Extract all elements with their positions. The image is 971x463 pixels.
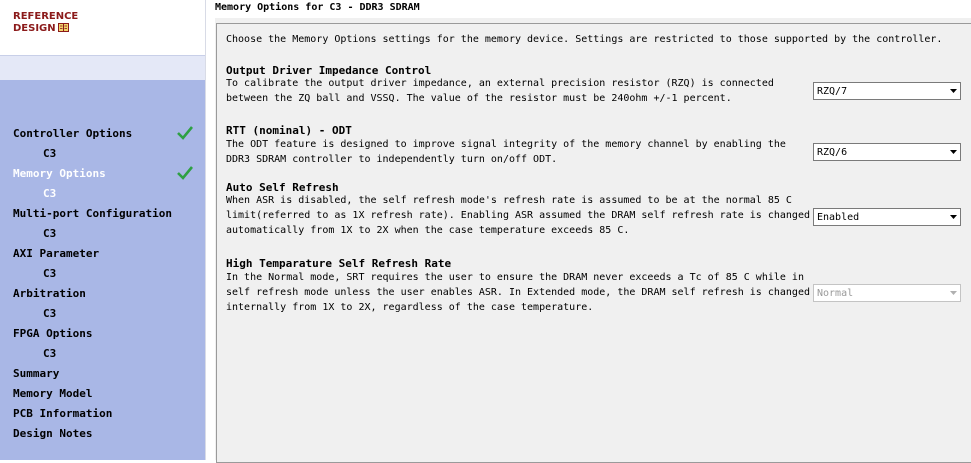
nav-axi-c3[interactable]: C3	[0, 264, 205, 284]
rtt-select[interactable]: RZQ/6	[813, 143, 961, 161]
checkmark-icon	[177, 126, 193, 140]
asr-desc-1: When ASR is disabled, the self refresh m…	[226, 195, 792, 206]
asr-desc-3: automatically from 1X to 2X when the cas…	[226, 225, 630, 236]
nav-multi-port-c3[interactable]: C3	[0, 224, 205, 244]
nav-axi-parameter[interactable]: AXI Parameter	[0, 244, 205, 264]
nav-controller-options[interactable]: Controller Options	[0, 124, 205, 144]
odi-desc-1: To calibrate the output driver impedance…	[226, 78, 774, 89]
nav-design-notes[interactable]: Design Notes	[0, 424, 205, 444]
checkmark-icon	[177, 166, 193, 180]
nav-multi-port-configuration[interactable]: Multi-port Configuration	[0, 204, 205, 224]
rtt-desc-1: The ODT feature is designed to improve s…	[226, 139, 786, 150]
asr-select[interactable]: Enabled	[813, 208, 961, 226]
odi-desc-2: between the ZQ ball and VSSQ. The value …	[226, 93, 732, 104]
chevron-down-icon	[950, 89, 957, 93]
main-area: Memory Options for C3 - DDR3 SDRAM Choos…	[215, 0, 971, 463]
srt-select-value: Normal	[817, 288, 854, 299]
chevron-down-icon	[950, 150, 957, 154]
nav-arbitration[interactable]: Arbitration	[0, 284, 205, 304]
title-bar: Memory Options for C3 - DDR3 SDRAM	[215, 0, 971, 18]
nav-summary[interactable]: Summary	[0, 364, 205, 384]
rtt-desc-2: DDR3 SDRAM controller to independently t…	[226, 154, 558, 165]
nav-arbitration-c3[interactable]: C3	[0, 304, 205, 324]
logo-line-1: REFERENCE	[13, 11, 79, 22]
book-icon	[57, 23, 69, 32]
asr-select-value: Enabled	[817, 212, 860, 223]
nav-memory-model[interactable]: Memory Model	[0, 384, 205, 404]
nav-memory-options[interactable]: Memory Options	[0, 164, 205, 184]
rtt-title: RTT (nominal) - ODT	[226, 124, 352, 137]
panel-divider	[205, 0, 215, 460]
sidebar-band	[0, 56, 205, 80]
logo-area: REFERENCE DESIGN	[0, 0, 205, 56]
nav-pcb-information[interactable]: PCB Information	[0, 404, 205, 424]
srt-title: High Temparature Self Refresh Rate	[226, 257, 452, 270]
reference-design-logo: REFERENCE DESIGN	[13, 11, 78, 35]
chevron-down-icon	[950, 215, 957, 219]
chevron-down-icon	[950, 291, 957, 295]
srt-desc-3: internally from 1X to 2X, regardless of …	[226, 302, 594, 313]
rtt-select-value: RZQ/6	[817, 147, 848, 158]
asr-desc-2: limit(referred to as 1X refresh rate). E…	[226, 210, 810, 221]
odi-select-value: RZQ/7	[817, 86, 848, 97]
nav-fpga-options[interactable]: FPGA Options	[0, 324, 205, 344]
sidebar: REFERENCE DESIGN Controller Options C3 M…	[0, 0, 205, 460]
srt-select[interactable]: Normal	[813, 284, 961, 302]
options-panel: Choose the Memory Options settings for t…	[216, 23, 971, 463]
page-title: Memory Options for C3 - DDR3 SDRAM	[215, 2, 420, 13]
logo-line-2: DESIGN	[13, 23, 56, 34]
nav-list: Controller Options C3 Memory Options C3 …	[0, 124, 205, 444]
srt-desc-2: self refresh mode unless the user enable…	[226, 287, 810, 298]
nav-controller-options-c3[interactable]: C3	[0, 144, 205, 164]
intro-text: Choose the Memory Options settings for t…	[226, 34, 943, 45]
nav-fpga-c3[interactable]: C3	[0, 344, 205, 364]
srt-desc-1: In the Normal mode, SRT requires the use…	[226, 272, 804, 283]
nav-memory-options-c3[interactable]: C3	[0, 184, 205, 204]
odi-select[interactable]: RZQ/7	[813, 82, 961, 100]
